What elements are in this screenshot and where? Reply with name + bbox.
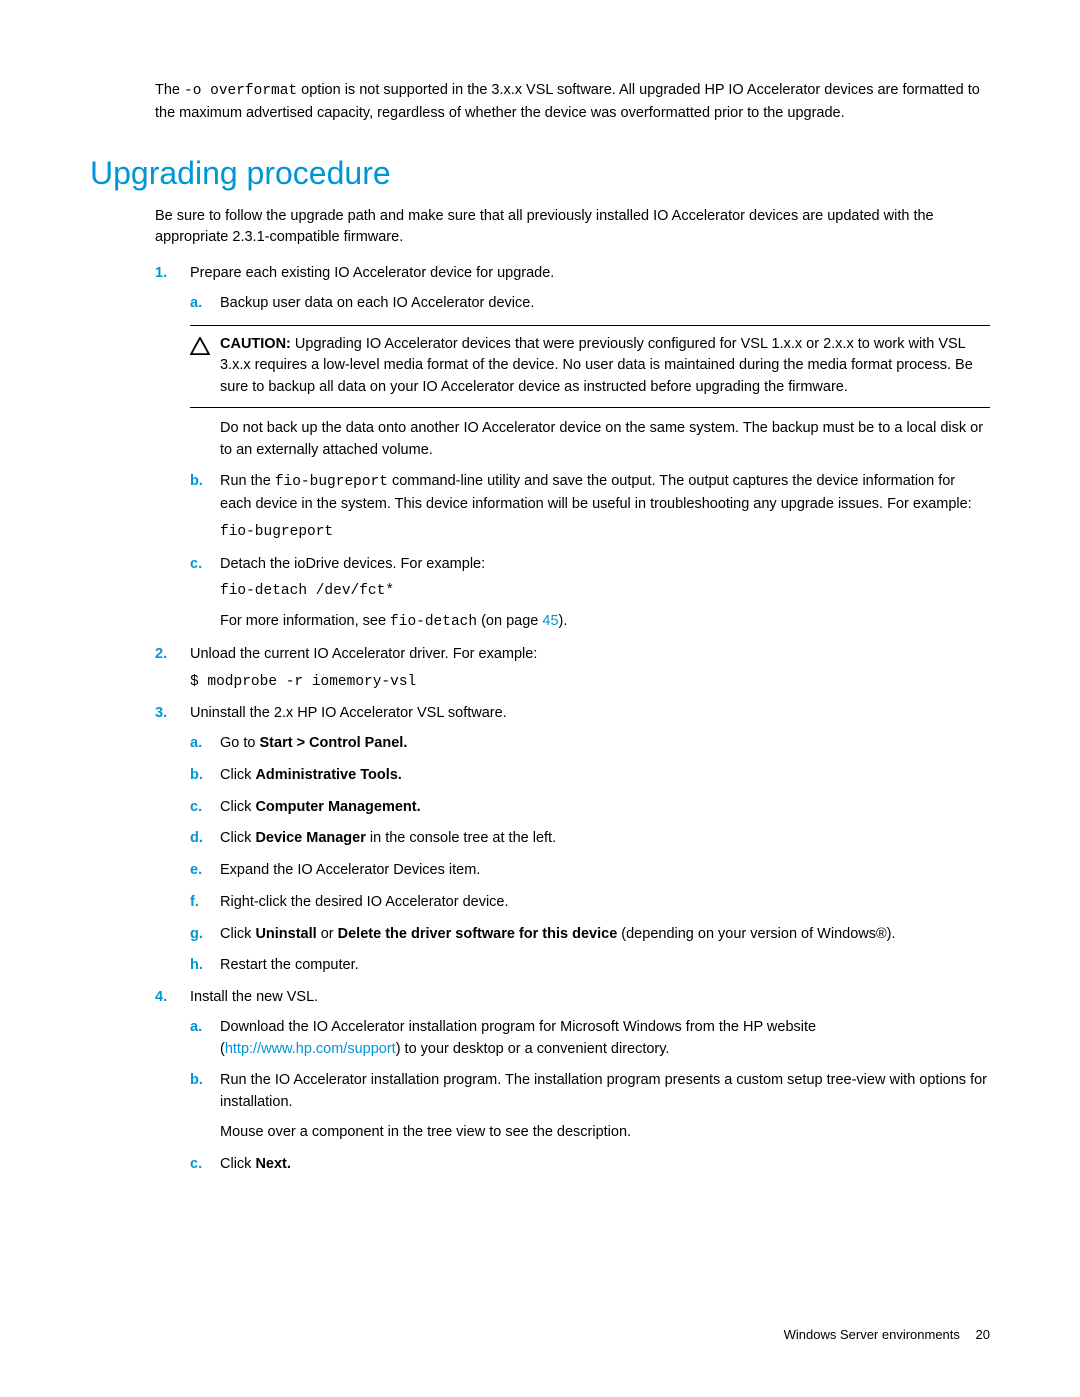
intro-paragraph: The -o overformat option is not supporte… — [155, 80, 990, 125]
intro-pre: The — [155, 82, 184, 98]
step-text: Unload the current IO Accelerator driver… — [190, 646, 537, 662]
sub-text: Backup user data on each IO Accelerator … — [220, 295, 534, 311]
text-pre: Run the — [220, 473, 275, 489]
bold-text: Next. — [255, 1156, 290, 1172]
sub-letter: a. — [190, 1017, 202, 1039]
step-1b: b. Run the fio-bugreport command-line ut… — [190, 471, 990, 543]
step-4a: a. Download the IO Accelerator installat… — [190, 1017, 990, 1061]
text-pre: Click — [220, 767, 255, 783]
inline-code: fio-detach — [390, 614, 477, 630]
sub-text: Detach the ioDrive devices. For example: — [220, 556, 485, 572]
step-number: 2. — [155, 644, 167, 666]
step-3-sublist: a. Go to Start > Control Panel. b. Click… — [190, 733, 990, 977]
text-pre: Click — [220, 926, 255, 942]
text-pre: Click — [220, 830, 255, 846]
bold-text: Delete the driver software for this devi… — [338, 926, 618, 942]
step-1: 1. Prepare each existing IO Accelerator … — [155, 263, 990, 634]
code-example: fio-bugreport — [220, 522, 990, 544]
sub-letter: g. — [190, 924, 203, 946]
step-3a: a. Go to Start > Control Panel. — [190, 733, 990, 755]
bold-text: Device Manager — [255, 830, 365, 846]
post-caution-text: Do not back up the data onto another IO … — [220, 418, 990, 462]
step-number: 3. — [155, 703, 167, 725]
section-heading: Upgrading procedure — [90, 155, 990, 192]
text-mid: or — [317, 926, 338, 942]
sub-letter: b. — [190, 765, 203, 787]
step-text: Uninstall the 2.x HP IO Accelerator VSL … — [190, 705, 507, 721]
step-text: Prepare each existing IO Accelerator dev… — [190, 265, 554, 281]
step-3e: e. Expand the IO Accelerator Devices ite… — [190, 860, 990, 882]
step-1a: a. Backup user data on each IO Accelerat… — [190, 293, 990, 462]
step-number: 4. — [155, 987, 167, 1009]
sub-letter: c. — [190, 1154, 202, 1176]
step-4: 4. Install the new VSL. a. Download the … — [155, 987, 990, 1175]
text-pre: Click — [220, 1156, 255, 1172]
sub-text: Expand the IO Accelerator Devices item. — [220, 862, 480, 878]
step-number: 1. — [155, 263, 167, 285]
sub-para: Mouse over a component in the tree view … — [220, 1122, 990, 1144]
sub-letter: c. — [190, 797, 202, 819]
sub-text: Right-click the desired IO Accelerator d… — [220, 894, 509, 910]
text-post: ) to your desktop or a convenient direct… — [396, 1041, 670, 1057]
step-3c: c. Click Computer Management. — [190, 797, 990, 819]
step-4c: c. Click Next. — [190, 1154, 990, 1176]
text-pre: Go to — [220, 735, 260, 751]
code-example: $ modprobe -r iomemory-vsl — [190, 672, 990, 694]
footer-page-number: 20 — [976, 1327, 990, 1342]
bold-text: Administrative Tools. — [255, 767, 401, 783]
intro-code: -o overformat — [184, 83, 297, 99]
bold-text: Start > Control Panel. — [260, 735, 408, 751]
page-footer: Windows Server environments 20 — [784, 1327, 990, 1342]
sub-letter: b. — [190, 471, 203, 493]
text-post: (depending on your version of Windows®). — [617, 926, 895, 942]
text-mid: (on page — [477, 613, 542, 629]
bold-text: Uninstall — [255, 926, 316, 942]
text-post: in the console tree at the left. — [366, 830, 556, 846]
text-pre: For more information, see — [220, 613, 390, 629]
caution-label: CAUTION: — [220, 336, 291, 352]
sub-letter: b. — [190, 1070, 203, 1092]
more-info: For more information, see fio-detach (on… — [220, 611, 990, 634]
inline-code: fio-bugreport — [275, 474, 388, 490]
page-link[interactable]: 45 — [542, 613, 558, 629]
procedure-list: 1. Prepare each existing IO Accelerator … — [155, 263, 990, 1175]
sub-letter: f. — [190, 892, 199, 914]
caution-box: CAUTION: Upgrading IO Accelerator device… — [190, 325, 990, 408]
footer-text: Windows Server environments — [784, 1327, 960, 1342]
step-3b: b. Click Administrative Tools. — [190, 765, 990, 787]
step-text: Install the new VSL. — [190, 989, 318, 1005]
step-1c: c. Detach the ioDrive devices. For examp… — [190, 554, 990, 634]
sub-letter: c. — [190, 554, 202, 576]
document-page: The -o overformat option is not supporte… — [0, 0, 1080, 1397]
caution-body: Upgrading IO Accelerator devices that we… — [220, 336, 973, 396]
step-3f: f. Right-click the desired IO Accelerato… — [190, 892, 990, 914]
text-pre: Click — [220, 799, 255, 815]
sub-letter: d. — [190, 828, 203, 850]
sub-text: Restart the computer. — [220, 957, 359, 973]
sub-letter: e. — [190, 860, 202, 882]
step-3h: h. Restart the computer. — [190, 955, 990, 977]
code-example: fio-detach /dev/fct* — [220, 581, 990, 603]
sub-letter: h. — [190, 955, 203, 977]
step-4-sublist: a. Download the IO Accelerator installat… — [190, 1017, 990, 1176]
text-post: ). — [559, 613, 568, 629]
step-3g: g. Click Uninstall or Delete the driver … — [190, 924, 990, 946]
external-link[interactable]: http://www.hp.com/support — [225, 1041, 396, 1057]
caution-text: CAUTION: Upgrading IO Accelerator device… — [220, 334, 990, 399]
section-intro: Be sure to follow the upgrade path and m… — [155, 206, 990, 250]
bold-text: Computer Management. — [255, 799, 420, 815]
sub-text: Run the fio-bugreport command-line utili… — [220, 473, 972, 512]
step-4b: b. Run the IO Accelerator installation p… — [190, 1070, 990, 1143]
step-2: 2. Unload the current IO Accelerator dri… — [155, 644, 990, 694]
step-3d: d. Click Device Manager in the console t… — [190, 828, 990, 850]
sub-text: Run the IO Accelerator installation prog… — [220, 1072, 987, 1110]
step-3: 3. Uninstall the 2.x HP IO Accelerator V… — [155, 703, 990, 977]
step-1-sublist: a. Backup user data on each IO Accelerat… — [190, 293, 990, 634]
sub-letter: a. — [190, 293, 202, 315]
caution-icon — [190, 334, 220, 399]
sub-letter: a. — [190, 733, 202, 755]
